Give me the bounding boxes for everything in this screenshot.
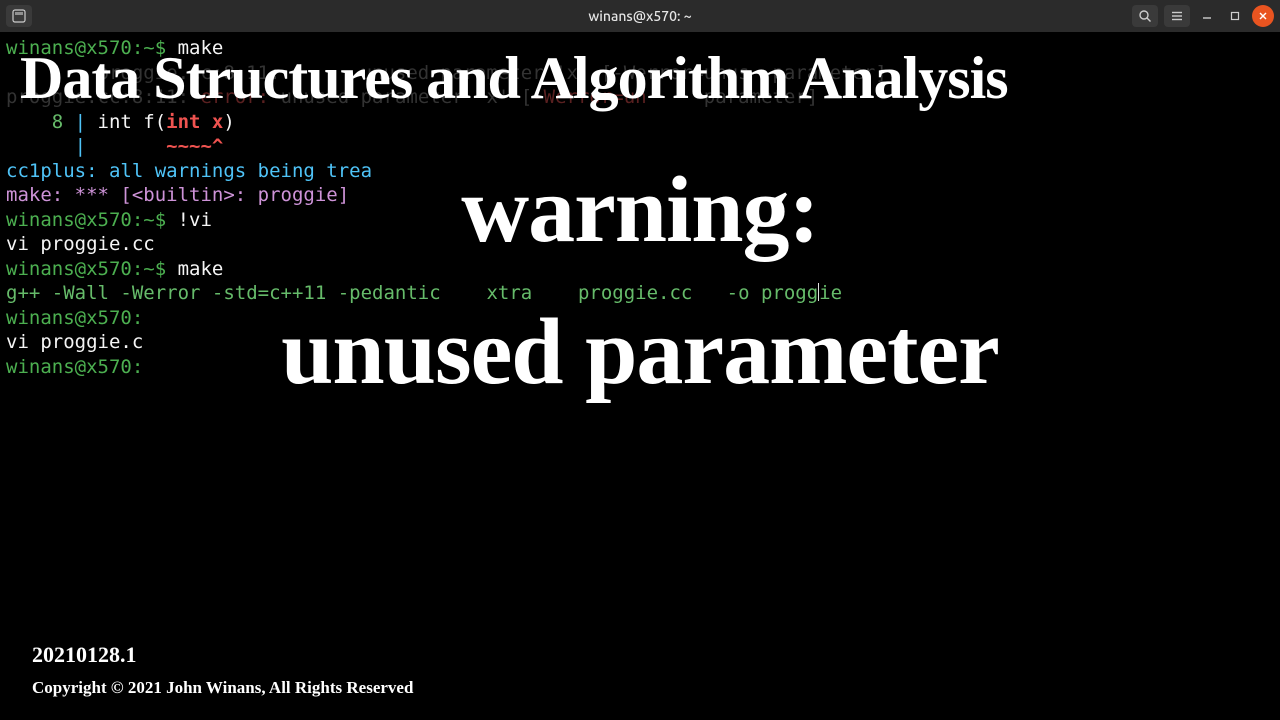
shell-prompt: winans@x570:~$ <box>6 209 178 231</box>
hamburger-icon <box>1170 9 1184 23</box>
search-button[interactable] <box>1132 5 1158 27</box>
overlay-warning-text: warning: <box>461 156 819 264</box>
shell-prompt: winans@x570:~$ <box>6 258 178 280</box>
command-echo: vi proggie.cc <box>6 233 155 255</box>
search-icon <box>1138 9 1152 23</box>
titlebar-left-group <box>6 5 32 27</box>
window-title: winans@x570: ~ <box>588 8 691 24</box>
terminal-tab-icon <box>12 9 26 23</box>
window-titlebar: winans@x570: ~ <box>0 0 1280 32</box>
command-text: !vi <box>178 209 212 231</box>
new-tab-button[interactable] <box>6 5 32 27</box>
maximize-button[interactable] <box>1224 5 1246 27</box>
code-fragment: int f( <box>98 111 167 133</box>
minimize-button[interactable] <box>1196 5 1218 27</box>
error-highlight: int x <box>166 111 223 133</box>
shell-prompt: winans@x570: <box>6 356 143 378</box>
minimize-icon <box>1202 11 1212 21</box>
overlay-heading: Data Structures and Algorithm Analysis <box>20 44 1260 113</box>
line-number: 8 <box>6 111 75 133</box>
code-fragment: ) <box>223 111 234 133</box>
command-echo: vi proggie.c <box>6 331 143 353</box>
close-button[interactable] <box>1252 5 1274 27</box>
error-caret: ~~~~^ <box>166 135 223 157</box>
compiler-output: cc1plus: all warnings being trea <box>6 160 372 182</box>
shell-prompt: winans@x570: <box>6 307 143 329</box>
overlay-version: 20210128.1 <box>32 642 137 668</box>
titlebar-right-group <box>1132 5 1274 27</box>
maximize-icon <box>1230 11 1240 21</box>
pipe: | <box>75 111 98 133</box>
make-error: make: *** [<builtin>: proggie] <box>6 184 361 206</box>
pipe: | <box>6 135 166 157</box>
overlay-copyright: Copyright © 2021 John Winans, All Rights… <box>32 678 413 698</box>
command-text: make <box>178 258 224 280</box>
menu-button[interactable] <box>1164 5 1190 27</box>
overlay-unused-text: unused parameter <box>281 298 999 406</box>
close-icon <box>1258 11 1268 21</box>
